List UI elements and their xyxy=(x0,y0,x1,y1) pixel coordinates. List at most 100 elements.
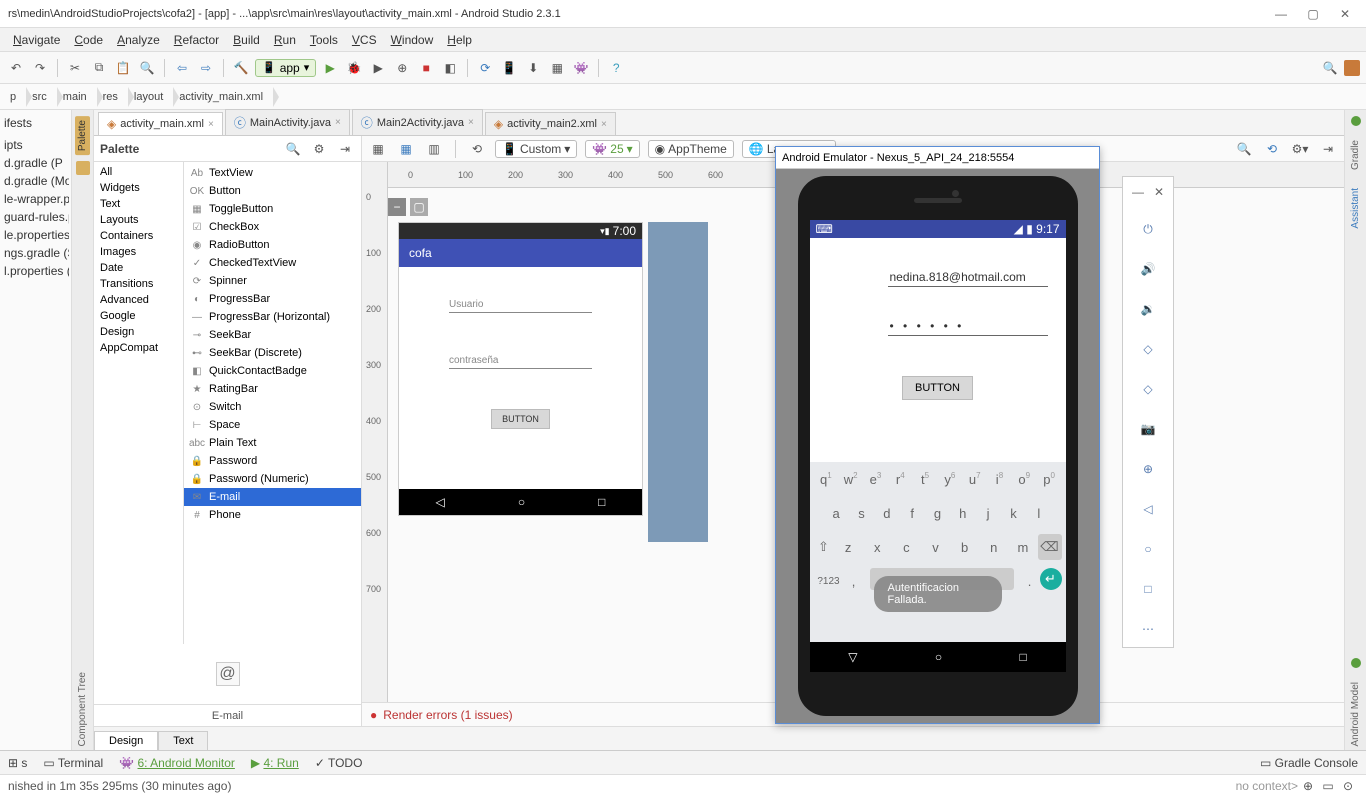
key-z[interactable]: z xyxy=(838,534,858,560)
zoom-icon[interactable]: ⊕ xyxy=(1138,459,1158,479)
key-b[interactable]: b xyxy=(955,534,975,560)
paste-icon[interactable]: 📋 xyxy=(113,58,133,78)
emu-minimize-icon[interactable]: — xyxy=(1132,185,1144,199)
gear-icon[interactable]: ⚙▾ xyxy=(1290,139,1310,159)
search-icon[interactable]: 🔍 xyxy=(1320,58,1340,78)
bottom-item[interactable]: ⊞ s xyxy=(8,756,27,770)
palette-widget[interactable]: —ProgressBar (Horizontal) xyxy=(184,308,361,326)
menu-vcs[interactable]: VCS xyxy=(345,31,384,49)
enter-key[interactable]: ↵ xyxy=(1040,568,1062,590)
key-q[interactable]: q1 xyxy=(816,466,836,492)
key-f[interactable]: f xyxy=(902,500,922,526)
key-p[interactable]: p0 xyxy=(1039,466,1059,492)
crumb[interactable]: layout xyxy=(128,87,173,107)
palette-category[interactable]: Google xyxy=(94,308,183,324)
palette-category[interactable]: All xyxy=(94,164,183,180)
emu-home-icon[interactable]: ○ xyxy=(1138,539,1158,559)
palette-widget[interactable]: ⊢Space xyxy=(184,416,361,434)
key-u[interactable]: u7 xyxy=(965,466,985,492)
palette-widget[interactable]: ⊙Switch xyxy=(184,398,361,416)
device-selector[interactable]: 📱 Custom▾ xyxy=(495,140,577,158)
editor-tab[interactable]: ◈ activity_main2.xml × xyxy=(485,112,616,135)
more-icon[interactable]: ⋯ xyxy=(1138,619,1158,639)
key-e[interactable]: e3 xyxy=(865,466,885,492)
forward-icon[interactable]: ↷ xyxy=(30,58,50,78)
debug-icon[interactable]: 🐞 xyxy=(344,58,364,78)
project-file[interactable]: d.gradle (Mo xyxy=(2,172,69,190)
palette-widget[interactable]: ▦ToggleButton xyxy=(184,200,361,218)
palette-widget[interactable]: #Phone xyxy=(184,506,361,524)
menu-tools[interactable]: Tools xyxy=(303,31,345,49)
palette-widget[interactable]: ⊸SeekBar xyxy=(184,326,361,344)
project-file[interactable]: ifests xyxy=(2,114,69,132)
prev-icon[interactable]: ⇦ xyxy=(172,58,192,78)
stop-icon[interactable]: ■ xyxy=(416,58,436,78)
status-icon-3[interactable]: ⊙ xyxy=(1338,776,1358,796)
project-file[interactable]: ipts xyxy=(2,136,69,154)
menu-run[interactable]: Run xyxy=(267,31,303,49)
crumb[interactable]: res xyxy=(97,87,128,107)
comma-key[interactable]: , xyxy=(844,568,864,594)
key-j[interactable]: j xyxy=(978,500,998,526)
zoom-icon[interactable]: 🔍 xyxy=(1234,139,1254,159)
palette-category[interactable]: Widgets xyxy=(94,180,183,196)
palette-category[interactable]: AppCompat xyxy=(94,340,183,356)
camera-icon[interactable]: 📷 xyxy=(1138,419,1158,439)
key-k[interactable]: k xyxy=(1003,500,1023,526)
palette-widget[interactable]: ⊷SeekBar (Discrete) xyxy=(184,344,361,362)
api-selector[interactable]: 👾25▾ xyxy=(585,140,639,158)
palette-category[interactable]: Text xyxy=(94,196,183,212)
shift-key[interactable]: ⇧ xyxy=(814,534,834,560)
menu-navigate[interactable]: Navigate xyxy=(6,31,67,49)
period-key[interactable]: . xyxy=(1020,568,1040,594)
find-icon[interactable]: 🔍 xyxy=(137,58,157,78)
todo-tab[interactable]: ✓ TODO xyxy=(315,756,363,770)
at-symbol-icon[interactable]: @ xyxy=(216,662,240,686)
key-i[interactable]: i8 xyxy=(989,466,1009,492)
back-nav-icon[interactable]: ▽ xyxy=(848,650,857,664)
palette-widget[interactable]: abcPlain Text xyxy=(184,434,361,452)
preview-usuario-field[interactable]: Usuario xyxy=(449,297,592,313)
emu-back-icon[interactable]: ◁ xyxy=(1138,499,1158,519)
project-file[interactable]: le-wrapper.p xyxy=(2,190,69,208)
password-field[interactable]: • • • • • • xyxy=(888,317,1048,336)
back-icon[interactable]: ↶ xyxy=(6,58,26,78)
palette-category[interactable]: Containers xyxy=(94,228,183,244)
run-config-selector[interactable]: 📱 app ▾ xyxy=(255,59,316,77)
palette-category[interactable]: Transitions xyxy=(94,276,183,292)
gradle-tab[interactable]: Gradle xyxy=(1348,136,1363,174)
key-g[interactable]: g xyxy=(927,500,947,526)
palette-widget[interactable]: ◐ProgressBar xyxy=(184,290,361,308)
palette-widget[interactable]: ◧QuickContactBadge xyxy=(184,362,361,380)
sync-icon[interactable]: ⟳ xyxy=(475,58,495,78)
palette-widget[interactable]: ✉E-mail xyxy=(184,488,361,506)
project-file[interactable]: le.properties xyxy=(2,226,69,244)
soft-keyboard[interactable]: q1w2e3r4t5y6u7i8o9p0 asdfghjkl ⇧ zxcvbnm… xyxy=(810,462,1066,642)
palette-category[interactable]: Design xyxy=(94,324,183,340)
status-icon-1[interactable]: ⊕ xyxy=(1298,776,1318,796)
key-w[interactable]: w2 xyxy=(841,466,861,492)
volume-down-icon[interactable]: 🔉 xyxy=(1138,299,1158,319)
maximize-button[interactable]: ▢ xyxy=(1306,7,1320,21)
view-mode-icon[interactable]: ▦ xyxy=(368,139,388,159)
rotate-left-icon[interactable]: ◇ xyxy=(1138,339,1158,359)
menu-code[interactable]: Code xyxy=(67,31,110,49)
theme-selector[interactable]: ◉AppTheme xyxy=(648,140,734,158)
key-d[interactable]: d xyxy=(877,500,897,526)
key-c[interactable]: c xyxy=(896,534,916,560)
crumb[interactable]: src xyxy=(26,87,57,107)
palette-category[interactable]: Images xyxy=(94,244,183,260)
key-l[interactable]: l xyxy=(1029,500,1049,526)
menu-analyze[interactable]: Analyze xyxy=(110,31,167,49)
refresh-icon[interactable]: ⟲ xyxy=(1262,139,1282,159)
editor-tab[interactable]: ⓒ MainActivity.java × xyxy=(225,109,350,135)
coverage-icon[interactable]: ▶ xyxy=(368,58,388,78)
crumb[interactable]: activity_main.xml xyxy=(173,87,273,107)
menu-build[interactable]: Build xyxy=(226,31,267,49)
email-field[interactable]: nedina.818@hotmail.com xyxy=(888,268,1048,287)
palette-widget[interactable]: ⟳Spinner xyxy=(184,272,361,290)
orientation-icon[interactable]: ⟲ xyxy=(467,139,487,159)
project-file[interactable]: l.properties (S xyxy=(2,262,69,280)
expand-icon[interactable]: ⇥ xyxy=(1318,139,1338,159)
copy-icon[interactable]: ⧉ xyxy=(89,58,109,78)
